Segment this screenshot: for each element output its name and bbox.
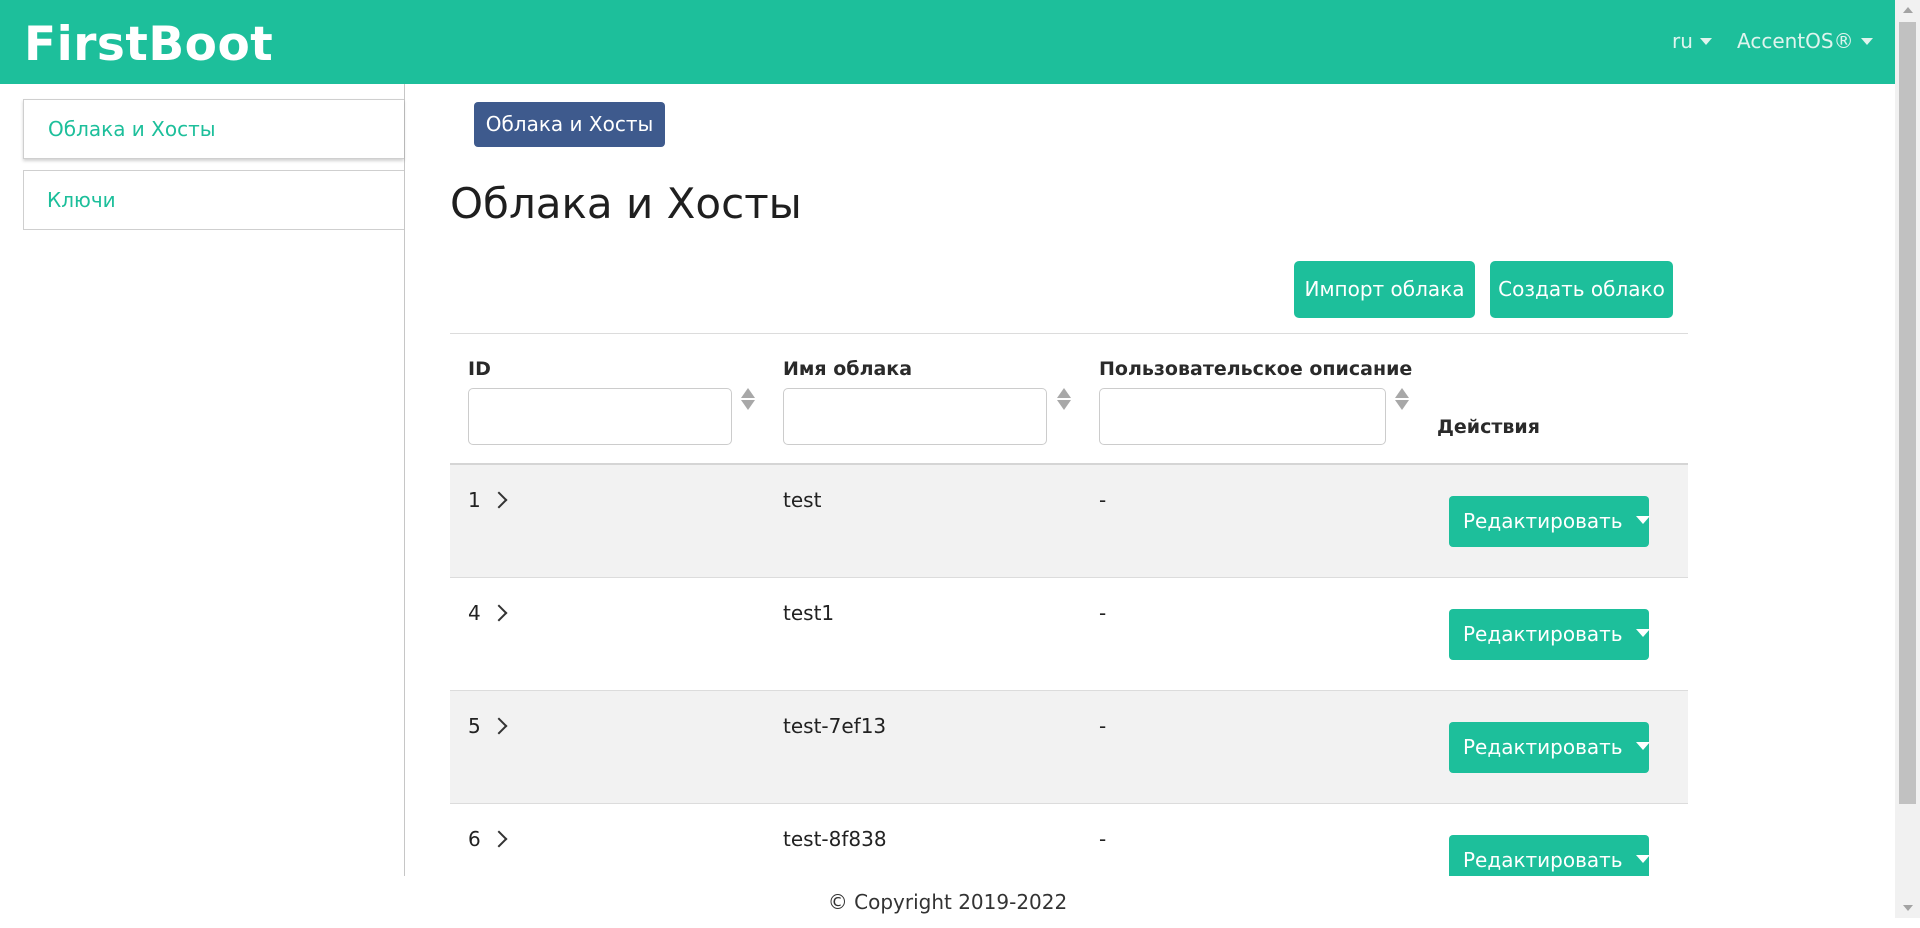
- cell-description: -: [1099, 601, 1107, 625]
- cell-id: 1: [468, 488, 508, 512]
- caret-down-icon[interactable]: [1623, 496, 1651, 547]
- cell-id: 4: [468, 601, 508, 625]
- sort-icon[interactable]: [1057, 388, 1072, 412]
- column-header-description: Пользовательское описание: [1099, 358, 1413, 380]
- caret-down-icon[interactable]: [1623, 609, 1651, 660]
- language-label: ru: [1672, 29, 1693, 53]
- cell-name: test1: [783, 601, 835, 625]
- row-id: 1: [468, 488, 481, 512]
- caret-down-icon: [1860, 37, 1873, 45]
- sidebar-divider: [404, 84, 405, 876]
- scroll-up-icon[interactable]: [1903, 7, 1913, 13]
- create-cloud-button[interactable]: Создать облако: [1490, 261, 1673, 318]
- edit-button[interactable]: Редактировать: [1449, 609, 1623, 660]
- table-row: 6 test-8f838 - Редактировать: [450, 804, 1688, 876]
- caret-down-icon: [1699, 37, 1712, 45]
- description-filter-input[interactable]: [1099, 388, 1386, 445]
- cell-description: -: [1099, 488, 1107, 512]
- edit-button[interactable]: Редактировать: [1449, 722, 1623, 773]
- sort-icon[interactable]: [741, 388, 756, 412]
- edit-split-button: Редактировать: [1449, 496, 1651, 547]
- table-row: 4 test1 - Редактировать: [450, 578, 1688, 691]
- top-navbar: FirstBoot ru AccentOS®: [0, 0, 1895, 84]
- chevron-right-icon[interactable]: [490, 604, 508, 622]
- chevron-right-icon[interactable]: [490, 830, 508, 848]
- user-dropdown[interactable]: AccentOS®: [1737, 29, 1873, 53]
- import-cloud-button[interactable]: Импорт облака: [1294, 261, 1475, 318]
- chevron-right-icon[interactable]: [490, 717, 508, 735]
- column-header-actions: Действия: [1437, 416, 1540, 438]
- footer-copyright: © Copyright 2019-2022: [0, 876, 1895, 918]
- cell-name: test-7ef13: [783, 714, 887, 738]
- caret-down-icon[interactable]: [1623, 835, 1651, 876]
- cell-id: 5: [468, 714, 508, 738]
- table-top-divider: [450, 333, 1688, 334]
- name-filter-input[interactable]: [783, 388, 1047, 445]
- column-header-name: Имя облака: [783, 358, 913, 380]
- page-scrollbar[interactable]: [1895, 0, 1920, 918]
- edit-button[interactable]: Редактировать: [1449, 835, 1623, 876]
- clouds-table-body: 1 test - Редактировать 4 test1 - Редакти…: [450, 465, 1688, 876]
- table-row: 5 test-7ef13 - Редактировать: [450, 691, 1688, 804]
- scrollbar-thumb[interactable]: [1899, 22, 1916, 804]
- id-filter-input[interactable]: [468, 388, 732, 445]
- row-id: 6: [468, 827, 481, 851]
- edit-split-button: Редактировать: [1449, 722, 1651, 773]
- sidebar-item-clouds-hosts[interactable]: Облака и Хосты: [23, 99, 404, 159]
- cell-description: -: [1099, 827, 1107, 851]
- chevron-right-icon[interactable]: [490, 491, 508, 509]
- row-id: 5: [468, 714, 481, 738]
- scroll-down-icon[interactable]: [1903, 905, 1913, 911]
- cell-id: 6: [468, 827, 508, 851]
- breadcrumb[interactable]: Облака и Хосты: [474, 102, 665, 147]
- edit-button[interactable]: Редактировать: [1449, 496, 1623, 547]
- cell-description: -: [1099, 714, 1107, 738]
- page-title: Облака и Хосты: [450, 179, 802, 228]
- sidebar-item-keys[interactable]: Ключи: [23, 170, 404, 230]
- table-row: 1 test - Редактировать: [450, 465, 1688, 578]
- brand-logo[interactable]: FirstBoot: [24, 17, 273, 73]
- edit-split-button: Редактировать: [1449, 835, 1651, 876]
- language-dropdown[interactable]: ru: [1672, 29, 1712, 53]
- caret-down-icon[interactable]: [1623, 722, 1651, 773]
- row-id: 4: [468, 601, 481, 625]
- cell-name: test-8f838: [783, 827, 887, 851]
- user-label: AccentOS®: [1737, 29, 1854, 53]
- cell-name: test: [783, 488, 822, 512]
- sort-icon[interactable]: [1395, 388, 1410, 412]
- edit-split-button: Редактировать: [1449, 609, 1651, 660]
- column-header-id: ID: [468, 358, 491, 380]
